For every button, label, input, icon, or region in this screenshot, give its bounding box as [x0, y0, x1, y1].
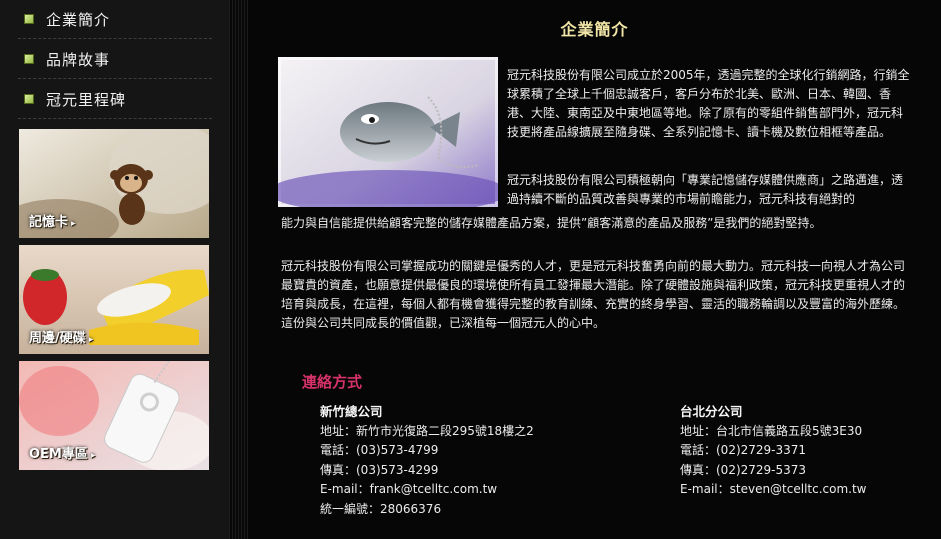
banner-oem[interactable]: OEM專區 ▸ [19, 361, 209, 470]
bullet-icon [24, 14, 34, 24]
hq-office-block: 新竹總公司 地址：新竹市光復路二段295號18樓之2 電話：(03)573-47… [320, 402, 534, 519]
branch-office-name: 台北分公司 [680, 404, 743, 419]
sidebar: 企業簡介 品牌故事 冠元里程碑 記憶卡 ▸ 周邊/硬碟 ▸ OEM專區 ▸ [0, 0, 248, 539]
main-content: 企業簡介 冠元科技股份有限公司成立於2005年，透過完整的全球化行銷網路，行銷全… [248, 0, 941, 539]
bullet-icon [24, 94, 34, 104]
hq-email[interactable]: E-mail：frank@tcelltc.com.tw [320, 480, 534, 500]
nav-item-brand-story[interactable]: 品牌故事 [18, 40, 212, 79]
hq-office-name: 新竹總公司 [320, 404, 383, 419]
branch-email[interactable]: E-mail：steven@tcelltc.com.tw [680, 480, 867, 500]
banner-caption: 周邊/硬碟 ▸ [29, 331, 94, 346]
banner-peripherals[interactable]: 周邊/硬碟 ▸ [19, 245, 209, 354]
nav-item-milestones[interactable]: 冠元里程碑 [18, 80, 212, 119]
banner-memory-card[interactable]: 記憶卡 ▸ [19, 129, 209, 238]
hq-tax-id: 統一編號：28066376 [320, 501, 442, 516]
contact-heading: 連絡方式 [302, 373, 363, 391]
branch-phone: 電話：(02)2729-3371 [680, 443, 807, 457]
nav-item-company-profile[interactable]: 企業簡介 [18, 0, 212, 39]
banner-caption: 記憶卡 ▸ [29, 215, 76, 230]
talent-paragraph: 冠元科技股份有限公司掌握成功的關鍵是優秀的人才，更是冠元科技奮勇向前的最大動力。… [281, 259, 906, 330]
nav-item-label: 企業簡介 [46, 10, 111, 29]
product-photo [268, 54, 508, 214]
hq-phone: 電話：(03)573-4799 [320, 443, 439, 457]
mission-paragraph-part2: 能力與自信能提供給顧客完整的儲存媒體產品方案，提供”顧客滿意的產品及服務”是我們… [281, 216, 822, 230]
hq-fax: 傳真：(03)573-4299 [320, 462, 439, 477]
bullet-icon [24, 54, 34, 64]
branch-address: 地址：台北市信義路五段5號3E30 [680, 423, 863, 438]
branch-fax: 傳真：(02)2729-5373 [680, 462, 807, 477]
intro-paragraph: 冠元科技股份有限公司成立於2005年，透過完整的全球化行銷網路，行銷全球累積了全… [507, 68, 910, 139]
page-title: 企業簡介 [560, 20, 629, 39]
hq-address: 地址：新竹市光復路二段295號18樓之2 [320, 423, 534, 438]
nav-item-label: 品牌故事 [46, 50, 111, 69]
branch-office-block: 台北分公司 地址：台北市信義路五段5號3E30 電話：(02)2729-3371… [680, 402, 867, 500]
banner-caption: OEM專區 ▸ [29, 447, 96, 462]
nav-item-label: 冠元里程碑 [46, 90, 127, 109]
mission-paragraph-part1: 冠元科技股份有限公司積極朝向「專業記憶儲存媒體供應商」之路邁進，透過持續不斷的品… [507, 173, 904, 206]
